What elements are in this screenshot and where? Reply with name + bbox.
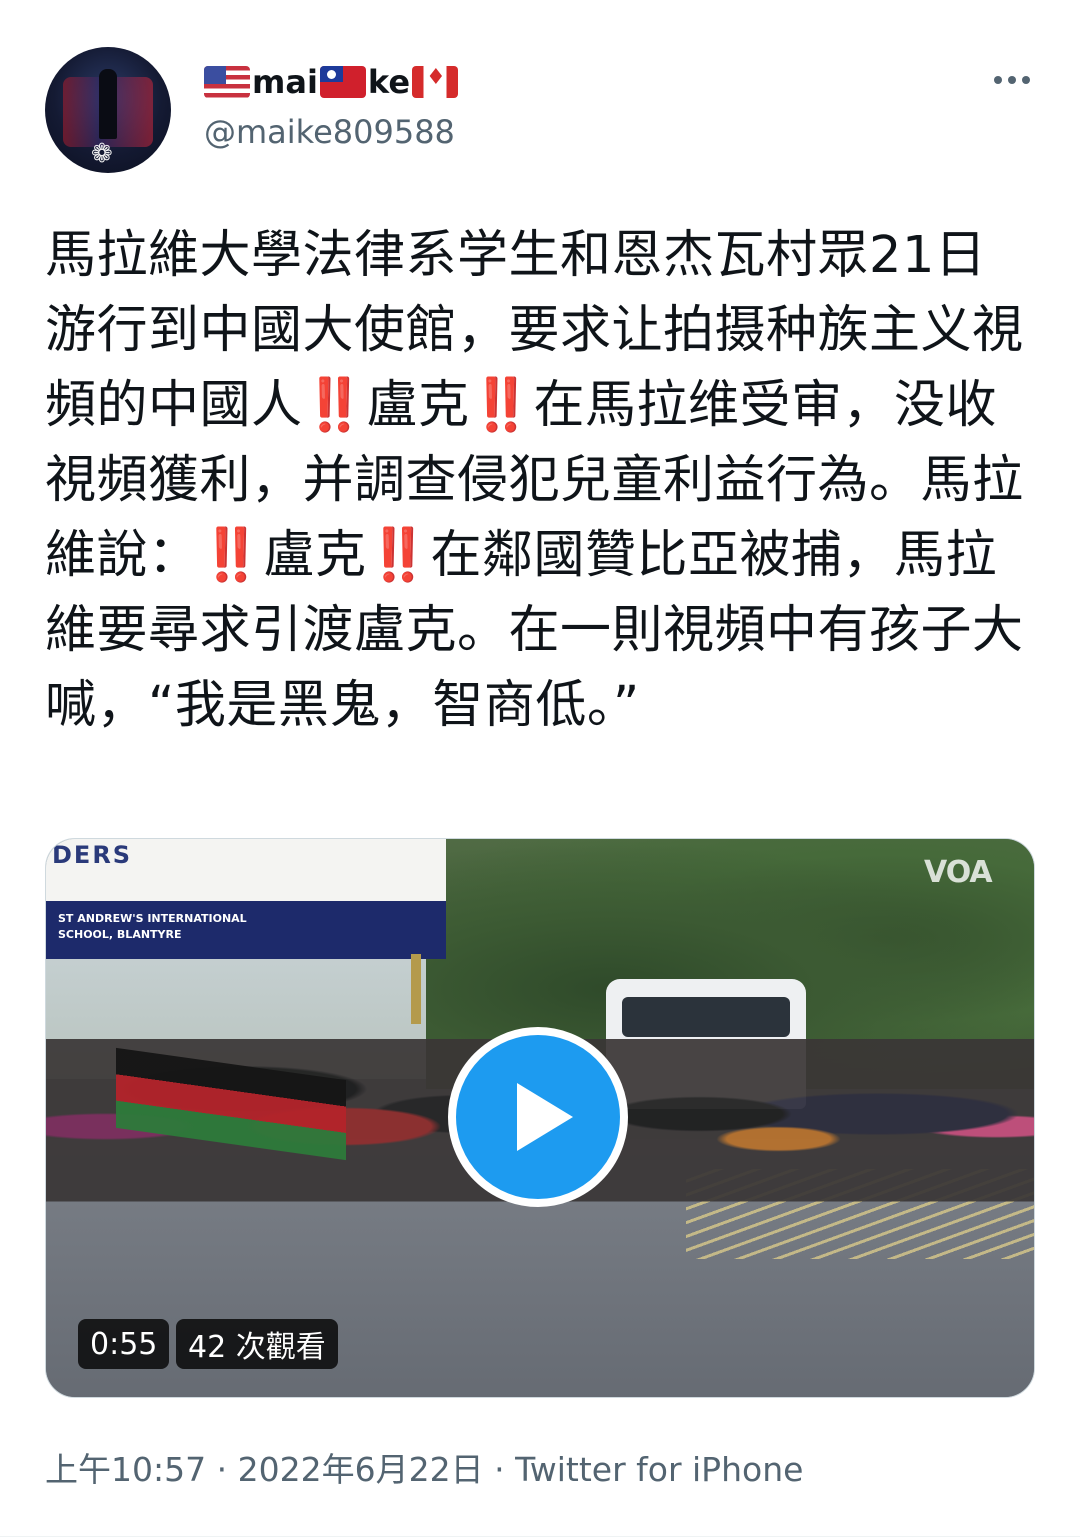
tweet-source[interactable]: Twitter for iPhone bbox=[515, 1450, 803, 1489]
dove-icon: ❁ bbox=[91, 139, 113, 169]
video-view-count: 42 次觀看 bbox=[176, 1319, 338, 1369]
taiwan-flag-icon bbox=[319, 66, 366, 98]
avatar[interactable]: ❁ bbox=[45, 47, 171, 173]
billboard-line1: ST ANDREW'S INTERNATIONAL bbox=[58, 912, 247, 925]
more-options-icon[interactable] bbox=[990, 64, 1034, 96]
play-icon bbox=[517, 1083, 573, 1151]
display-name[interactable]: mai ke bbox=[204, 62, 459, 102]
voa-watermark: VOA bbox=[924, 855, 993, 890]
meta-separator: · bbox=[206, 1450, 238, 1489]
tweet-metadata: 上午10:57 · 2022年6月22日 · Twitter for iPhon… bbox=[45, 1443, 803, 1491]
video-player[interactable]: DERS ST ANDREW'S INTERNATIONAL SCHOOL, B… bbox=[45, 838, 1035, 1398]
divider bbox=[0, 1536, 1080, 1537]
avatar-figure bbox=[99, 69, 117, 139]
billboard-line2: SCHOOL, BLANTYRE bbox=[58, 928, 182, 941]
display-name-part2: ke bbox=[367, 63, 411, 101]
canada-flag-icon bbox=[412, 66, 459, 98]
user-handle[interactable]: @maike809588 bbox=[204, 113, 455, 151]
meta-separator-2: · bbox=[483, 1450, 516, 1489]
play-button[interactable] bbox=[448, 1027, 628, 1207]
tweet-text: 馬拉維大學法律系学生和恩杰瓦村眾21日游行到中國大使館，要求让拍摄种族主义視頻的… bbox=[45, 226, 1024, 735]
tweet-date[interactable]: 2022年6月22日 bbox=[238, 1450, 484, 1489]
billboard-heading: DERS bbox=[52, 841, 133, 869]
video-duration: 0:55 bbox=[78, 1319, 170, 1369]
us-flag-icon bbox=[204, 66, 250, 98]
billboard: DERS ST ANDREW'S INTERNATIONAL SCHOOL, B… bbox=[46, 839, 446, 959]
display-name-part1: mai bbox=[252, 63, 318, 101]
billboard-strip: ST ANDREW'S INTERNATIONAL SCHOOL, BLANTY… bbox=[46, 901, 446, 959]
tweet-time[interactable]: 上午10:57 bbox=[45, 1450, 206, 1489]
